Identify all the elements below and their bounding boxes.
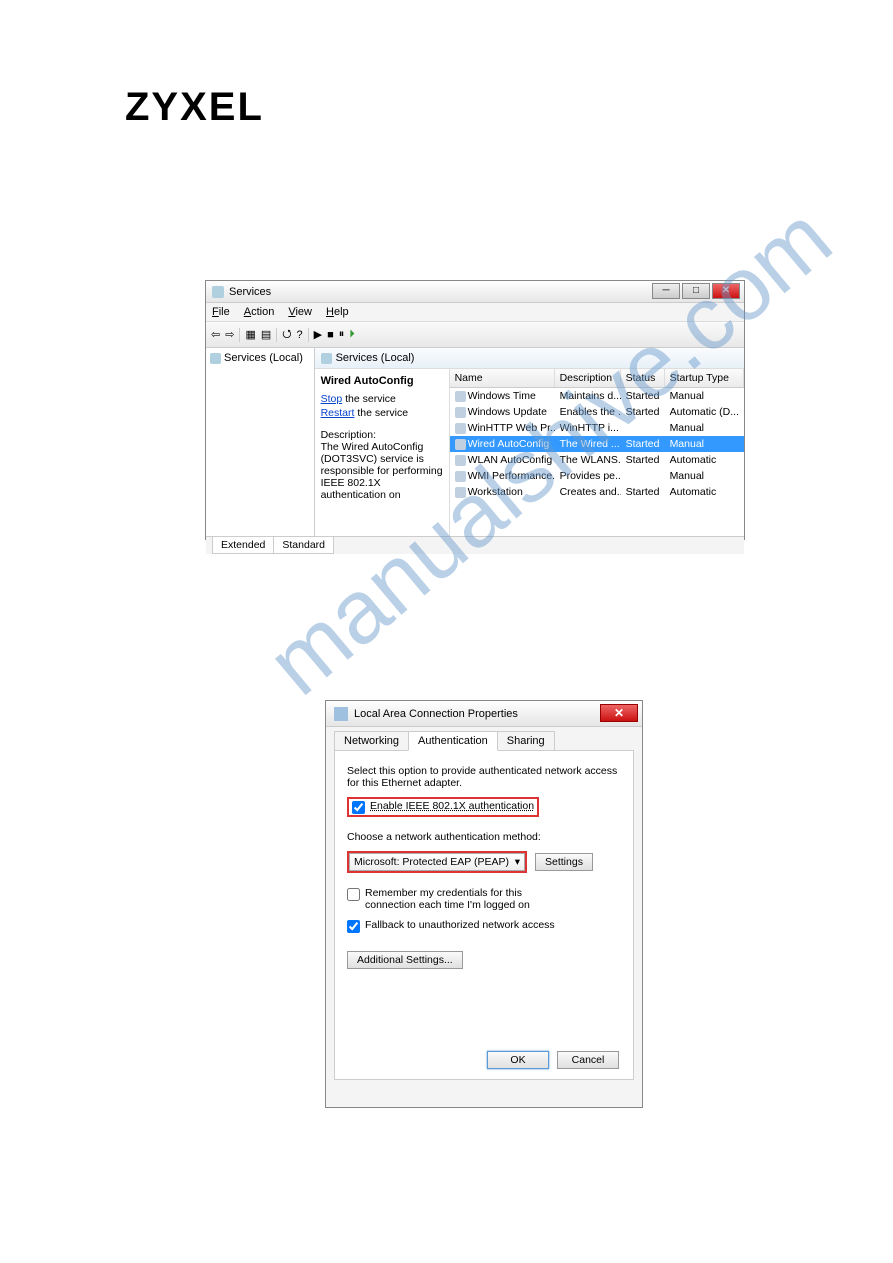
- panel-title: Services (Local): [336, 352, 415, 364]
- stop-icon[interactable]: ■: [327, 329, 334, 341]
- service-icon: [455, 471, 466, 482]
- auth-method-dropdown[interactable]: Microsoft: Protected EAP (PEAP) ▾: [349, 853, 525, 871]
- ok-button[interactable]: OK: [487, 1051, 549, 1069]
- table-row[interactable]: Windows TimeMaintains d...StartedManual: [450, 388, 744, 404]
- enable-8021x-label: Enable IEEE 802.1X authentication: [370, 800, 534, 812]
- services-window: Services ─ □ ✕ File Action View Help ⇦ ⇨…: [205, 280, 745, 540]
- service-icon: [455, 455, 466, 466]
- tab-sharing[interactable]: Sharing: [497, 731, 555, 751]
- col-header-startup[interactable]: Startup Type: [665, 369, 744, 387]
- toolbar: ⇦ ⇨ ▦ ▤ ⭯ ? ▶ ■ ⏸ ⏵: [206, 322, 744, 348]
- table-row[interactable]: WinHTTP Web Pr...WinHTTP i...Manual: [450, 420, 744, 436]
- panel-header: Services (Local): [315, 348, 744, 369]
- gear-icon: [212, 286, 224, 298]
- stop-text: the service: [342, 393, 396, 405]
- tab-networking[interactable]: Networking: [334, 731, 409, 751]
- menu-view[interactable]: View: [288, 306, 312, 318]
- restart-icon[interactable]: ⏵: [349, 328, 355, 341]
- gear-icon: [210, 353, 221, 364]
- menu-help[interactable]: Help: [326, 306, 349, 318]
- fallback-label: Fallback to unauthorized network access: [365, 919, 555, 931]
- fallback-checkbox[interactable]: [347, 920, 360, 933]
- settings-button[interactable]: Settings: [535, 853, 593, 871]
- menu-action[interactable]: Action: [244, 306, 275, 318]
- restart-text: the service: [354, 407, 408, 419]
- selected-method: Microsoft: Protected EAP (PEAP): [354, 856, 509, 868]
- restart-link[interactable]: Restart: [321, 407, 355, 419]
- lan-tabs: Networking Authentication Sharing: [326, 727, 642, 751]
- lan-titlebar: Local Area Connection Properties ✕: [326, 701, 642, 727]
- col-header-status[interactable]: Status: [621, 369, 665, 387]
- gear-icon: [321, 353, 332, 364]
- service-icon: [455, 439, 466, 450]
- tab-standard[interactable]: Standard: [273, 537, 334, 554]
- refresh-icon[interactable]: ⭯: [282, 325, 291, 344]
- services-titlebar: Services ─ □ ✕: [206, 281, 744, 303]
- back-icon[interactable]: ⇦: [211, 328, 220, 341]
- network-icon: [334, 707, 348, 721]
- choose-method-label: Choose a network authentication method:: [347, 831, 621, 843]
- cancel-button[interactable]: Cancel: [557, 1051, 619, 1069]
- lan-body: Select this option to provide authentica…: [334, 750, 634, 1080]
- view-tabs: Extended Standard: [206, 536, 744, 554]
- lan-properties-dialog: Local Area Connection Properties ✕ Netwo…: [325, 700, 643, 1108]
- maximize-button[interactable]: □: [682, 283, 710, 299]
- zyxel-logo: ZYXEL: [125, 85, 264, 130]
- stop-link[interactable]: Stop: [321, 393, 343, 405]
- service-icon: [455, 487, 466, 498]
- remember-checkbox[interactable]: [347, 888, 360, 901]
- table-row[interactable]: Windows UpdateEnables the ...StartedAuto…: [450, 404, 744, 420]
- nav-tree: Services (Local): [206, 348, 315, 536]
- list-icon[interactable]: ▤: [261, 328, 271, 341]
- pause-icon[interactable]: ⏸: [339, 328, 345, 341]
- tab-authentication[interactable]: Authentication: [408, 731, 498, 751]
- menubar: File Action View Help: [206, 303, 744, 322]
- service-icon: [455, 407, 466, 418]
- detail-panel: Wired AutoConfig Stop the service Restar…: [315, 369, 449, 536]
- menu-file[interactable]: File: [212, 306, 230, 318]
- enable-8021x-checkbox[interactable]: [352, 801, 365, 814]
- close-button[interactable]: ✕: [712, 283, 740, 299]
- table-row[interactable]: WMI Performance...Provides pe...Manual: [450, 468, 744, 484]
- intro-text: Select this option to provide authentica…: [347, 765, 621, 789]
- chevron-down-icon: ▾: [515, 856, 520, 868]
- description-text: The Wired AutoConfig (DOT3SVC) service i…: [321, 441, 443, 501]
- table-row[interactable]: WLAN AutoConfigThe WLANS...StartedAutoma…: [450, 452, 744, 468]
- view-icon[interactable]: ▦: [245, 328, 255, 341]
- dialog-title: Local Area Connection Properties: [354, 708, 518, 720]
- window-title: Services: [229, 286, 271, 298]
- table-row[interactable]: WorkstationCreates and...StartedAutomati…: [450, 484, 744, 500]
- services-table: Name Description Status Startup Type Win…: [449, 369, 744, 536]
- col-header-description[interactable]: Description: [555, 369, 621, 387]
- remember-label: Remember my credentials for this connect…: [365, 887, 575, 911]
- play-icon[interactable]: ▶: [314, 328, 322, 341]
- tree-item-services-local[interactable]: Services (Local): [210, 352, 310, 364]
- close-button[interactable]: ✕: [600, 704, 638, 722]
- service-icon: [455, 423, 466, 434]
- service-icon: [455, 391, 466, 402]
- description-label: Description:: [321, 429, 443, 441]
- help-icon[interactable]: ?: [297, 329, 303, 341]
- minimize-button[interactable]: ─: [652, 283, 680, 299]
- forward-icon[interactable]: ⇨: [225, 328, 234, 341]
- selected-service-title: Wired AutoConfig: [321, 375, 443, 387]
- tree-label: Services (Local): [224, 352, 303, 364]
- additional-settings-button[interactable]: Additional Settings...: [347, 951, 463, 969]
- tab-extended[interactable]: Extended: [212, 537, 274, 554]
- col-header-name[interactable]: Name: [450, 369, 555, 387]
- table-row[interactable]: Wired AutoConfigThe Wired ...StartedManu…: [450, 436, 744, 452]
